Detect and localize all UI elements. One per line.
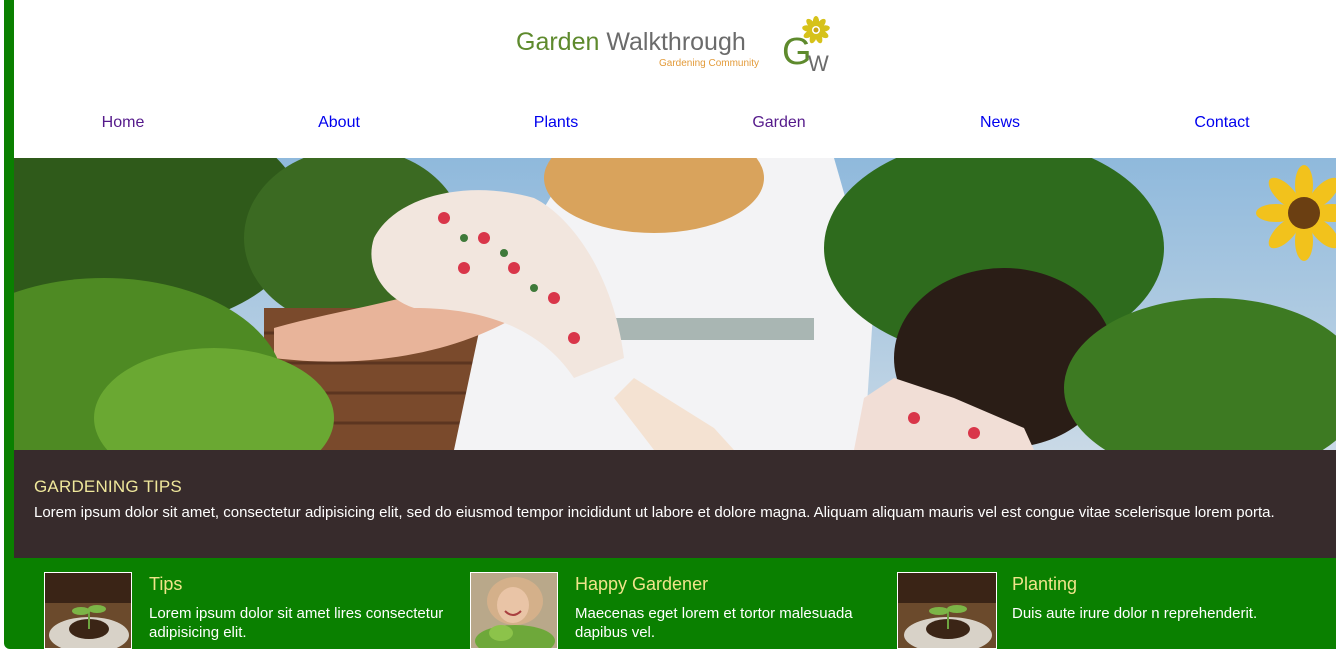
seedling-thumbnail[interactable] xyxy=(897,572,997,649)
feature-card-happy-gardener: Happy Gardener Maecenas eget lorem et to… xyxy=(470,572,880,649)
feature-text: Duis aute irure dolor n reprehenderit. xyxy=(1012,605,1258,622)
monogram-w: W xyxy=(808,51,829,74)
site-title: Garden Walkthrough xyxy=(516,28,746,57)
site-title-part2: Walkthrough xyxy=(606,28,746,56)
feature-card-tips: Tips Lorem ipsum dolor sit amet lires co… xyxy=(44,572,444,649)
feature-text: Maecenas eget lorem et tortor malesuada … xyxy=(575,605,853,641)
gardening-photo-icon xyxy=(14,158,1336,450)
site-tagline: Gardening Community xyxy=(659,58,760,69)
nav-home[interactable]: Home xyxy=(102,114,145,132)
seedling-thumbnail[interactable] xyxy=(44,572,132,649)
feature-title[interactable]: Happy Gardener xyxy=(575,574,708,595)
seedling-icon xyxy=(898,573,996,648)
tips-body: Lorem ipsum dolor sit amet, consectetur … xyxy=(34,504,1275,521)
feature-title[interactable]: Tips xyxy=(149,574,182,595)
seedling-icon xyxy=(45,573,131,648)
hero-image xyxy=(14,158,1336,450)
feature-card-planting: Planting Duis aute irure dolor n reprehe… xyxy=(897,572,1317,649)
nav-garden[interactable]: Garden xyxy=(752,114,805,132)
nav-contact[interactable]: Contact xyxy=(1194,114,1249,132)
gardener-thumbnail[interactable] xyxy=(470,572,558,649)
nav-news[interactable]: News xyxy=(980,114,1020,132)
nav-about[interactable]: About xyxy=(318,114,360,132)
nav-plants[interactable]: Plants xyxy=(534,114,578,132)
feature-text: Lorem ipsum dolor sit amet lires consect… xyxy=(149,605,444,641)
tips-heading: GARDENING TIPS xyxy=(34,477,182,496)
feature-title[interactable]: Planting xyxy=(1012,574,1077,595)
smiling-gardener-icon xyxy=(471,573,557,648)
site-title-part1: Garden xyxy=(516,28,600,56)
site-logo[interactable]: Garden Walkthrough Gardening Community G… xyxy=(516,14,846,76)
page-content: Garden Walkthrough Gardening Community G… xyxy=(14,0,1336,558)
logo-monogram-icon: G W xyxy=(782,16,830,74)
main-nav: Home About Plants Garden News Contact xyxy=(14,114,1336,138)
gardening-tips-section: GARDENING TIPS Lorem ipsum dolor sit ame… xyxy=(14,450,1336,558)
